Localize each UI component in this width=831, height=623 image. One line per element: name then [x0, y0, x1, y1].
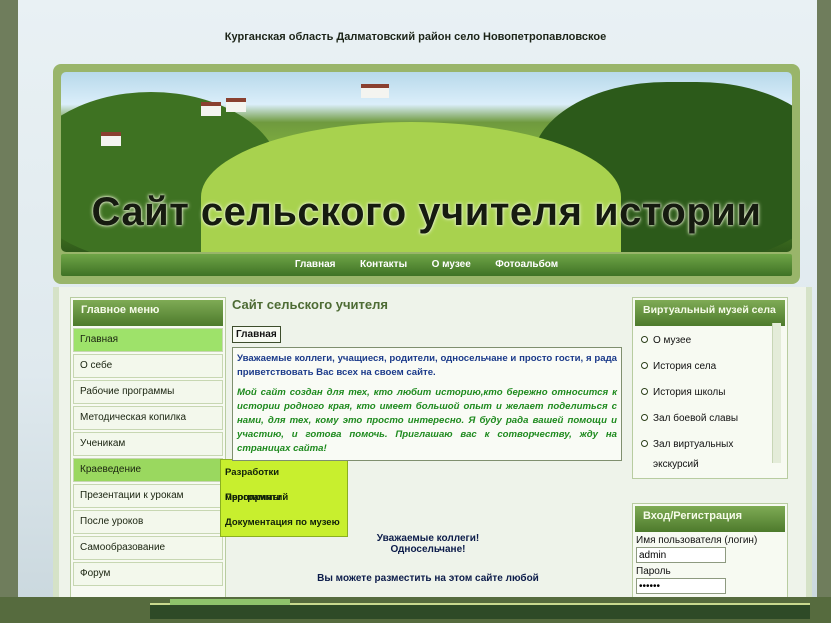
article-paragraph-1: Уважаемые коллеги, учащиеся, родители, о…	[237, 353, 617, 378]
nav-about-museum[interactable]: О музее	[432, 254, 471, 276]
menu-item-students[interactable]: Ученикам	[73, 432, 223, 456]
greeting-line-1: Уважаемые коллеги!	[376, 533, 480, 544]
password-input[interactable]	[636, 578, 726, 594]
greeting-line-2: Односельчане!	[390, 544, 466, 555]
virtual-museum-box: Виртуальный музей села О музее История с…	[632, 297, 788, 479]
banner-image: Сайт сельского учителя истории	[61, 72, 792, 252]
right-frame	[817, 0, 831, 623]
header: Сайт сельского учителя истории Главная К…	[53, 64, 800, 284]
greeting-block: Уважаемые коллеги! Односельчане! Вы може…	[232, 533, 624, 584]
main-menu: Главное меню Главная О себе Рабочие прог…	[70, 297, 226, 599]
login-box: Вход/Регистрация Имя пользователя (логин…	[632, 503, 788, 599]
nav-contacts[interactable]: Контакты	[360, 254, 407, 276]
username-input[interactable]	[636, 547, 726, 563]
top-nav: Главная Контакты О музее Фотоальбом	[61, 254, 792, 276]
region-title: Курганская область Далматовский район се…	[224, 31, 607, 43]
banner-title: Сайт сельского учителя истории	[91, 190, 762, 234]
menu-item-home[interactable]: Главная	[73, 328, 223, 352]
page-title: Сайт сельского учителя	[232, 297, 388, 312]
left-frame	[0, 0, 18, 623]
main-menu-header: Главное меню	[73, 300, 223, 326]
menu-item-about[interactable]: О себе	[73, 354, 223, 378]
login-header: Вход/Регистрация	[635, 506, 785, 532]
menu-item-after-school[interactable]: После уроков	[73, 510, 223, 534]
museum-item-glory-hall[interactable]: Зал боевой славы	[633, 406, 787, 432]
article-paragraph-2: Мой сайт создан для тех, кто любит истор…	[237, 387, 617, 454]
greeting-line-3: Вы можете разместить на этом сайте любой	[317, 573, 539, 584]
museum-item-village-history[interactable]: История села	[633, 354, 787, 380]
username-label: Имя пользователя (логин)	[636, 535, 758, 546]
museum-item-about[interactable]: О музее	[633, 328, 787, 354]
nav-photo-album[interactable]: Фотоальбом	[495, 254, 558, 276]
welcome-article: Уважаемые коллеги, учащиеся, родители, о…	[232, 347, 622, 461]
menu-item-forum[interactable]: Форум	[73, 562, 223, 586]
museum-list: О музее История села История школы Зал б…	[633, 328, 787, 478]
nav-home[interactable]: Главная	[295, 254, 336, 276]
museum-item-school-history[interactable]: История школы	[633, 380, 787, 406]
museum-header: Виртуальный музей села	[635, 300, 785, 326]
bottom-frame	[0, 597, 831, 623]
breadcrumb[interactable]: Главная	[232, 326, 281, 343]
menu-item-programs[interactable]: Рабочие программы	[73, 380, 223, 404]
menu-item-local-history[interactable]: Краеведение	[73, 458, 223, 482]
museum-item-virtual-tours[interactable]: Зал виртуальных экскурсий	[633, 432, 787, 478]
menu-item-methods[interactable]: Методическая копилка	[73, 406, 223, 430]
password-label: Пароль	[636, 566, 671, 577]
menu-item-presentations[interactable]: Презентации к урокам	[73, 484, 223, 508]
main-content: Сайт сельского учителя Главная Уважаемые…	[232, 297, 624, 597]
museum-scrollbar[interactable]	[772, 323, 781, 463]
menu-item-self-education[interactable]: Самообразование	[73, 536, 223, 560]
